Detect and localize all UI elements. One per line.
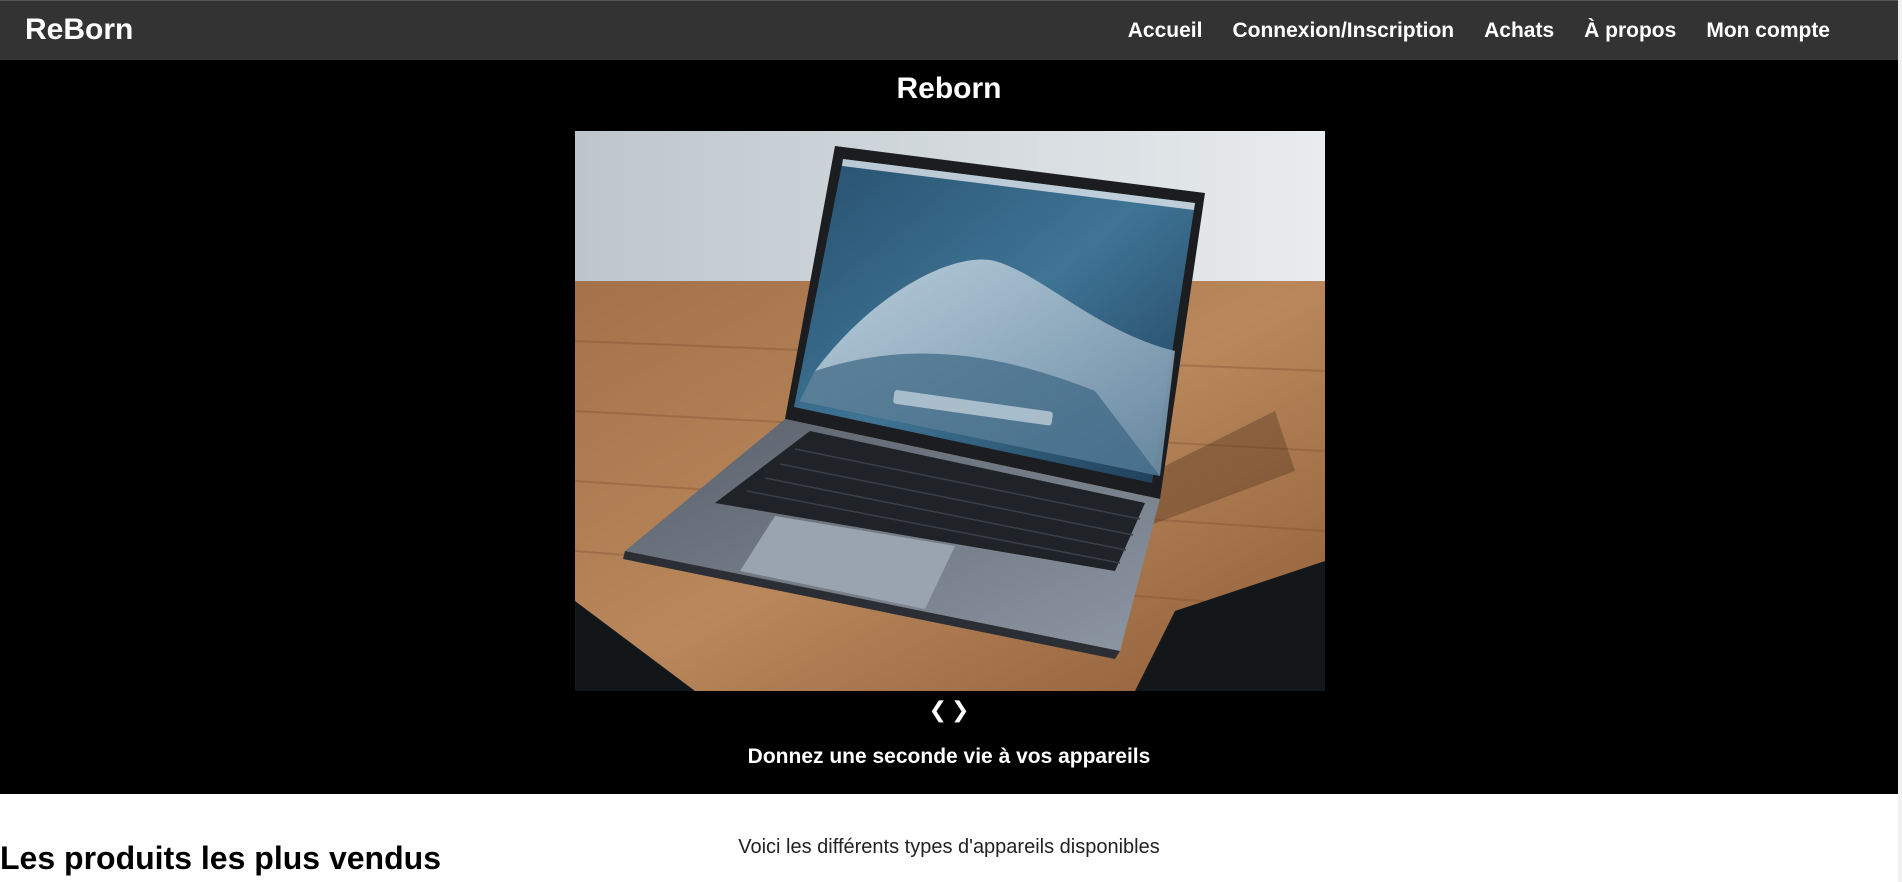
page: ReBorn Accueil Connexion/Inscription Ach…: [0, 0, 1902, 882]
main-nav: Accueil Connexion/Inscription Achats À p…: [1128, 1, 1830, 61]
top-navbar: ReBorn Accueil Connexion/Inscription Ach…: [0, 0, 1898, 60]
nav-link-a-propos[interactable]: À propos: [1584, 19, 1676, 43]
nav-link-mon-compte[interactable]: Mon compte: [1706, 19, 1830, 43]
hero-section: Reborn ❮ ❯ Donnez une seconde vie à vos …: [0, 60, 1898, 794]
best-sellers-heading: Les produits les plus vendus: [0, 840, 441, 876]
carousel-prev-icon[interactable]: ❮: [927, 698, 949, 722]
hero-title: Reborn: [896, 72, 1002, 105]
carousel-image-laptop: [575, 131, 1325, 691]
hero-tagline: Donnez une seconde vie à vos appareils: [747, 745, 1151, 768]
brand-logo-link[interactable]: ReBorn: [25, 12, 133, 48]
page-edge-strip: [1898, 0, 1902, 882]
nav-link-accueil[interactable]: Accueil: [1128, 19, 1203, 43]
carousel-controls: ❮ ❯: [0, 698, 1898, 722]
nav-link-connexion-inscription[interactable]: Connexion/Inscription: [1232, 19, 1454, 43]
carousel-next-icon[interactable]: ❯: [949, 698, 971, 722]
nav-link-achats[interactable]: Achats: [1484, 19, 1554, 43]
